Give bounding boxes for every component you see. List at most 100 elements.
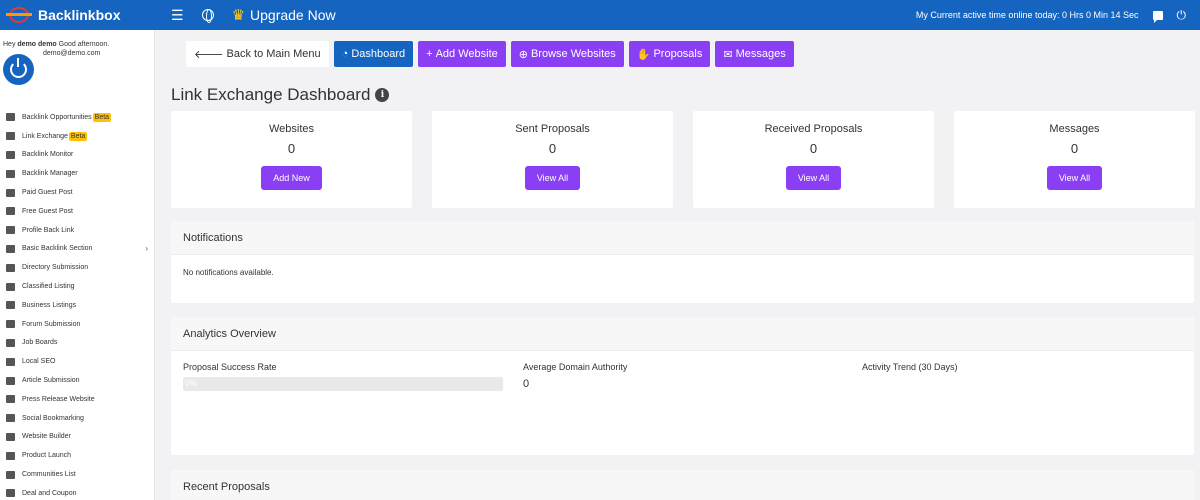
menu-item-icon [6,226,15,235]
sidebar: Hey demo demo Good afternoon. demo@demo.… [0,30,155,500]
top-nav: 🡐 Back to Main Menu ◔ Dashboard + Add We… [186,41,799,67]
menu-item-icon [6,282,15,291]
menu-item-icon [6,244,15,253]
menu-item-icon [6,113,15,122]
sidebar-item[interactable]: Directory Submission [0,258,154,277]
sidebar-item[interactable]: Classified Listing [0,277,154,296]
analytics-panel: Analytics Overview Proposal Success Rate… [171,317,1194,455]
upgrade-label: Upgrade Now [250,7,336,23]
notifications-title: Notifications [171,221,1194,255]
upgrade-button[interactable]: ♛ Upgrade Now [232,6,336,24]
menu-item-icon [6,357,15,366]
sidebar-item-label: Backlink Manager [22,170,78,178]
sidebar-item[interactable]: Backlink Opportunities Beta [0,108,154,127]
sidebar-item[interactable]: Backlink Monitor [0,146,154,165]
view-all-received-button[interactable]: View All [785,166,842,190]
sidebar-item[interactable]: Paid Guest Post [0,183,154,202]
menu-item-icon [6,489,15,498]
user-email: demo@demo.com [43,50,101,57]
menu-item-icon [6,451,15,460]
stat-value: 0 [548,141,557,156]
sidebar-item[interactable]: Backlink Manager [0,164,154,183]
sidebar-item-label: Job Boards [22,339,58,347]
page-title: Link Exchange Dashboard i [171,85,390,105]
logout-power-icon[interactable]: ⏻ [1177,8,1187,23]
greeting: Hey demo demo Good afternoon. [3,41,110,48]
sidebar-item[interactable]: Forum Submission [0,315,154,334]
success-rate-value: 0% [185,379,197,388]
sidebar-item[interactable]: Press Release Website [0,390,154,409]
brand[interactable]: Backlinkbox [0,0,155,30]
menu-item-icon [6,263,15,272]
brand-name: Backlinkbox [38,7,121,23]
globe-icon: ⊕ [518,48,528,61]
arrow-left-icon: 🡐 [194,49,224,61]
stat-card-received-proposals: Received Proposals 0 View All [693,111,934,208]
success-rate-progress-bar: 0% [183,377,503,391]
stats-row: Websites 0 Add New Sent Proposals 0 View… [171,111,1195,208]
beta-badge: Beta [68,131,88,141]
avatar[interactable] [3,54,34,85]
menu-item-icon [6,432,15,441]
sidebar-item-label: Local SEO [22,358,56,366]
analytics-title: Analytics Overview [171,317,1194,351]
stat-label: Sent Proposals [515,123,590,135]
sidebar-item[interactable]: Link Exchange Beta [0,127,154,146]
plus-icon: + [426,48,433,60]
stat-label: Messages [1049,123,1100,135]
sidebar-item-label: Free Guest Post [22,207,73,215]
stat-card-sent-proposals: Sent Proposals 0 View All [432,111,673,208]
sidebar-item-label: Business Listings [22,301,77,309]
gauge-icon: ◔ [341,48,349,60]
stat-card-messages: Messages 0 View All [954,111,1195,208]
sidebar-item[interactable]: Article Submission [0,371,154,390]
sidebar-item[interactable]: Job Boards [0,334,154,353]
tab-messages[interactable]: ✉ Messages [715,41,794,67]
recent-proposals-panel: Recent Proposals [171,470,1194,500]
tab-browse-websites[interactable]: ⊕ Browse Websites [510,41,624,67]
sidebar-item-label: Communities List [22,471,76,479]
sidebar-item-label: Backlink Monitor [22,151,74,159]
active-time-text: My Current active time online today: 0 H… [915,10,1139,20]
sidebar-item-label: Article Submission [22,377,80,385]
sidebar-item[interactable]: Profile Back Link [0,221,154,240]
sidebar-item-label: Backlink Opportunities [22,113,92,121]
sidebar-item-label: Press Release Website [22,395,95,403]
globe-icon[interactable] [201,9,214,23]
sidebar-item[interactable]: Deal and Coupon [0,484,154,500]
menu-item-icon [6,338,15,347]
sidebar-item[interactable]: Basic Backlink Section › [0,240,154,259]
sidebar-item-label: Paid Guest Post [22,189,73,197]
tab-add-website[interactable]: + Add Website [418,41,506,67]
sidebar-item-label: Basic Backlink Section [22,245,93,253]
crown-icon: ♛ [231,7,246,24]
activity-trend-label: Activity Trend (30 Days) [862,362,958,372]
menu-item-icon [6,320,15,329]
stat-value: 0 [1070,141,1079,156]
stat-label: Websites [268,123,315,135]
view-all-sent-button[interactable]: View All [524,166,581,190]
back-to-main-menu-button[interactable]: 🡐 Back to Main Menu [186,41,329,67]
hamburger-icon[interactable]: ☰ [171,7,184,24]
chat-icon[interactable] [1152,10,1163,23]
tab-dashboard[interactable]: ◔ Dashboard [333,41,414,67]
menu-item-icon [6,169,15,178]
tab-proposals[interactable]: ✋ Proposals [628,41,711,67]
sidebar-item[interactable]: Free Guest Post [0,202,154,221]
activity-trend-block: Activity Trend (30 Days) [862,362,958,372]
menu-item-icon [6,188,15,197]
menu-item-icon [6,301,15,310]
sidebar-item[interactable]: Business Listings [0,296,154,315]
view-all-messages-button[interactable]: View All [1046,166,1103,190]
info-icon[interactable]: i [375,88,390,102]
sidebar-item[interactable]: Website Builder [0,428,154,447]
sidebar-item[interactable]: Communities List [0,465,154,484]
success-rate-label: Proposal Success Rate [183,362,277,372]
add-new-button[interactable]: Add New [261,166,322,190]
sidebar-item[interactable]: Product Launch [0,446,154,465]
sidebar-item[interactable]: Social Bookmarking [0,409,154,428]
menu-item-icon [6,470,15,479]
sidebar-item[interactable]: Local SEO [0,352,154,371]
sidebar-item-label: Product Launch [22,452,72,460]
stat-label: Received Proposals [764,123,863,135]
